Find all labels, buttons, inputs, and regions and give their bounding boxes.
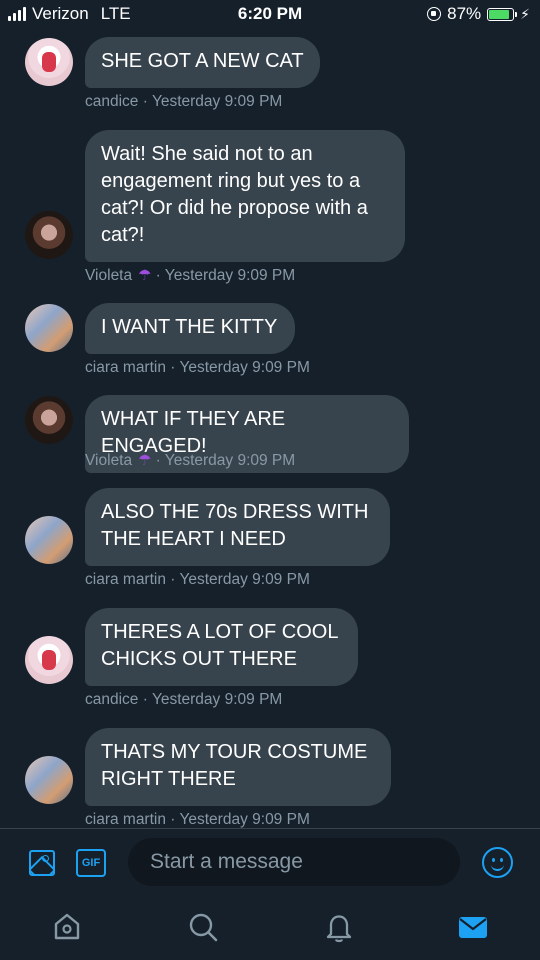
conversation[interactable]: SHE GOT A NEW CAT candice · Yesterday 9:…	[0, 28, 540, 828]
message-bubble[interactable]: Wait! She said not to an engagement ring…	[85, 130, 405, 262]
search-icon	[189, 913, 218, 942]
gif-icon[interactable]: GIF	[76, 849, 106, 877]
avatar-violeta[interactable]	[25, 396, 73, 444]
timestamp: Yesterday 9:09 PM	[179, 359, 310, 376]
timestamp: Yesterday 9:09 PM	[164, 452, 296, 469]
bell-icon	[326, 915, 352, 943]
message-bubble[interactable]: SHE GOT A NEW CAT	[85, 37, 320, 88]
orientation-lock-icon	[427, 7, 442, 21]
tab-bar	[0, 896, 540, 960]
message-bubble[interactable]: I WANT THE KITTY	[85, 303, 295, 354]
timestamp: Yesterday 9:09 PM	[164, 267, 296, 284]
emoji-icon[interactable]	[482, 847, 513, 878]
message-meta: candice · Yesterday 9:09 PM	[85, 691, 283, 708]
battery-percent: 87%	[447, 4, 482, 23]
timestamp: Yesterday 9:09 PM	[151, 691, 283, 708]
message-meta: candice · Yesterday 9:09 PM	[85, 93, 283, 110]
battery-fill	[489, 9, 510, 19]
tab-home[interactable]	[50, 910, 84, 944]
sender-name[interactable]: Violeta	[85, 452, 132, 469]
timestamp: Yesterday 9:09 PM	[179, 571, 310, 588]
avatar-candice[interactable]	[25, 636, 73, 684]
message-meta: ciara martin · Yesterday 9:09 PM	[85, 359, 310, 376]
message-composer: GIF	[0, 828, 540, 897]
avatar-candice[interactable]	[25, 38, 73, 86]
tab-search[interactable]	[186, 910, 220, 944]
battery-icon	[487, 7, 518, 21]
sender-name[interactable]: ciara martin	[85, 359, 166, 376]
home-icon	[54, 913, 80, 940]
message-meta: Violeta ☂ · Yesterday 9:09 PM	[85, 267, 296, 284]
message-meta: ciara martin · Yesterday 9:09 PM	[85, 571, 310, 588]
status-bar: Verizon LTE 6:20 PM 87% ⚡	[0, 0, 540, 28]
sender-name[interactable]: candice	[85, 691, 138, 708]
message-input[interactable]	[128, 838, 460, 886]
mail-icon	[459, 917, 487, 938]
tab-messages[interactable]	[456, 910, 490, 944]
umbrella-icon: ☂	[138, 267, 152, 284]
sender-name[interactable]: Violeta	[85, 267, 132, 284]
timestamp: Yesterday 9:09 PM	[179, 811, 310, 828]
timestamp: Yesterday 9:09 PM	[151, 93, 283, 110]
avatar-ciara-martin[interactable]	[25, 516, 73, 564]
message-bubble[interactable]: THERES A LOT OF COOL CHICKS OUT THERE	[85, 608, 358, 686]
umbrella-icon: ☂	[138, 452, 152, 469]
message-bubble[interactable]: ALSO THE 70s DRESS WITH THE HEART I NEED	[85, 488, 390, 566]
sender-name[interactable]: candice	[85, 93, 138, 110]
avatar-violeta[interactable]	[25, 211, 73, 259]
message-meta: ciara martin · Yesterday 9:09 PM	[85, 811, 310, 828]
status-right: 87% ⚡	[427, 4, 530, 24]
sender-name[interactable]: ciara martin	[85, 571, 166, 588]
avatar-ciara-martin[interactable]	[25, 304, 73, 352]
charging-icon: ⚡	[520, 5, 530, 22]
message-bubble[interactable]: THATS MY TOUR COSTUME RIGHT THERE	[85, 728, 391, 806]
tab-notifications[interactable]	[322, 910, 356, 944]
sender-name[interactable]: ciara martin	[85, 811, 166, 828]
message-meta: Violeta ☂ · Yesterday 9:09 PM	[85, 452, 296, 469]
avatar-ciara-martin[interactable]	[25, 756, 73, 804]
image-icon[interactable]	[29, 850, 55, 876]
